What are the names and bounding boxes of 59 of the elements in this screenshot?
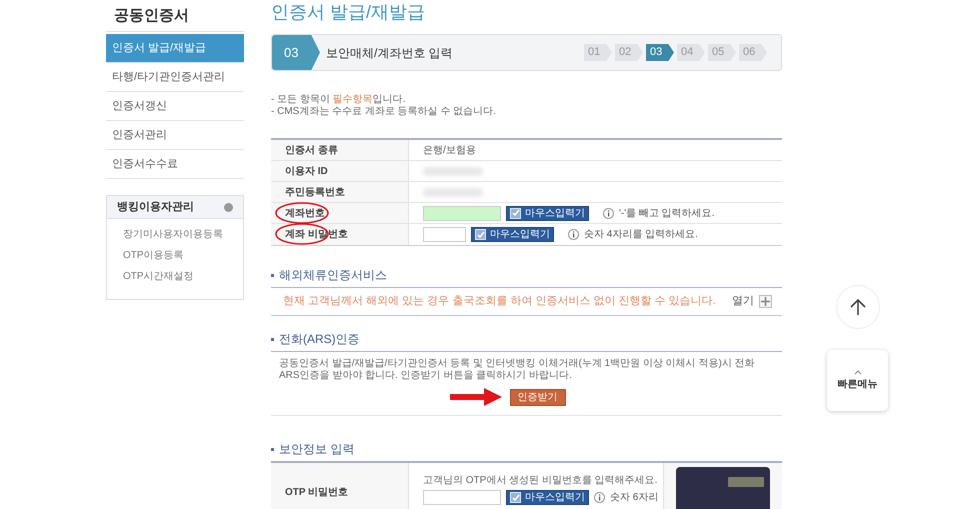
form-label: 주민등록번호 [285,186,345,200]
arrow-up-icon [848,297,868,317]
bullet-icon [271,448,274,450]
overseas-message: 현재 고객님께서 해외에 있는 경우 출국조회를 하여 인증서비스 없이 진행할 수 있습니다. [283,294,717,310]
form-label: 이용자 ID [285,164,328,178]
step-indicator: 03 [646,44,674,61]
page-title: 인증서 발급/재발급 [271,1,426,24]
bullet-icon [271,274,274,276]
plus-icon[interactable] [759,295,772,308]
section-heading: 보안정보 입력 [279,441,354,458]
section-heading: 해외체류인증서비스 [279,267,387,284]
step-indicator: 06 [739,44,767,61]
form-label: 계좌번호 [285,206,325,220]
sidebar-link[interactable]: OTP시간재설정 [123,269,194,284]
note-text: - CMS계좌는 수수료 계좌로 등록하실 수 없습니다. [271,106,497,118]
quick-menu-button[interactable]: 빠른메뉴 [827,350,888,411]
box-title: 뱅킹이용자관리 [117,200,194,215]
caret-up-icon [854,370,862,374]
hint-text: 숫자 6자리 [610,491,658,505]
otp-input-field[interactable] [423,490,501,505]
current-step-badge: 03 [272,35,320,70]
sidebar-link[interactable]: OTP이용등록 [123,248,184,263]
step-indicator: 01 [584,44,612,61]
hint-text: 숫자 4자리를 입력하세요. [584,228,698,242]
mouse-keypad-button[interactable]: 마우스입력기 [506,490,589,505]
bullet-icon [271,338,274,340]
checkbox[interactable] [475,229,486,240]
mouse-keypad-button[interactable]: 마우스입력기 [471,227,554,242]
info-icon [568,229,579,240]
sidebar-item[interactable]: 인증서갱신 [106,92,244,121]
note-text: - 모든 항목이 필수항목입니다. [271,94,406,106]
step-indicator: 04 [677,44,705,61]
input-field[interactable] [423,206,501,220]
form-value: 은행/보험용 [423,144,476,158]
info-icon [594,492,605,503]
info-icon [603,208,614,218]
sidebar-link[interactable]: 장기미사용자이용등록 [123,227,223,242]
checkbox[interactable] [510,492,521,503]
sidebar-item[interactable]: 인증서관리 [106,121,244,150]
annotation-circle [273,200,331,226]
current-step-label: 보안매체/계좌번호 입력 [326,44,454,62]
sidebar-item[interactable]: 인증서수수료 [106,150,244,179]
step-indicator: 05 [708,44,736,61]
step-indicator: 02 [615,44,643,61]
checkbox[interactable] [510,208,521,218]
sidebar-item[interactable]: 타행/타기관인증서관리 [106,63,244,92]
otp-instruction: 고객님의 OTP에서 생성된 비밀번호를 입력해주세요. [423,474,658,488]
form-label: OTP 비밀번호 [285,486,348,500]
scroll-top-button[interactable] [836,285,880,329]
hint-text: '-'를 빼고 입력하세요. [619,206,714,220]
ars-description: 공동인증서 발급/재발급/타기관인증서 등록 및 인터넷뱅킹 이체거래(누계 1백만원 이상 이체시 적용)시 전화ARS인증을 받아야 합니다. 인증받기 버튼을 클릭하시기 바랍니다. [278,357,756,382]
input-field[interactable] [423,227,466,242]
sidebar-title: 공동인증서 [106,0,244,32]
form-label: 인증서 종류 [285,144,338,158]
mouse-keypad-button[interactable]: 마우스입력기 [506,206,589,220]
verify-button[interactable]: 인증받기 [510,388,566,406]
section-heading: 전화(ARS)인증 [279,331,360,348]
arrow-drawing [448,386,504,408]
toggle-label[interactable]: 열기 [732,293,754,310]
